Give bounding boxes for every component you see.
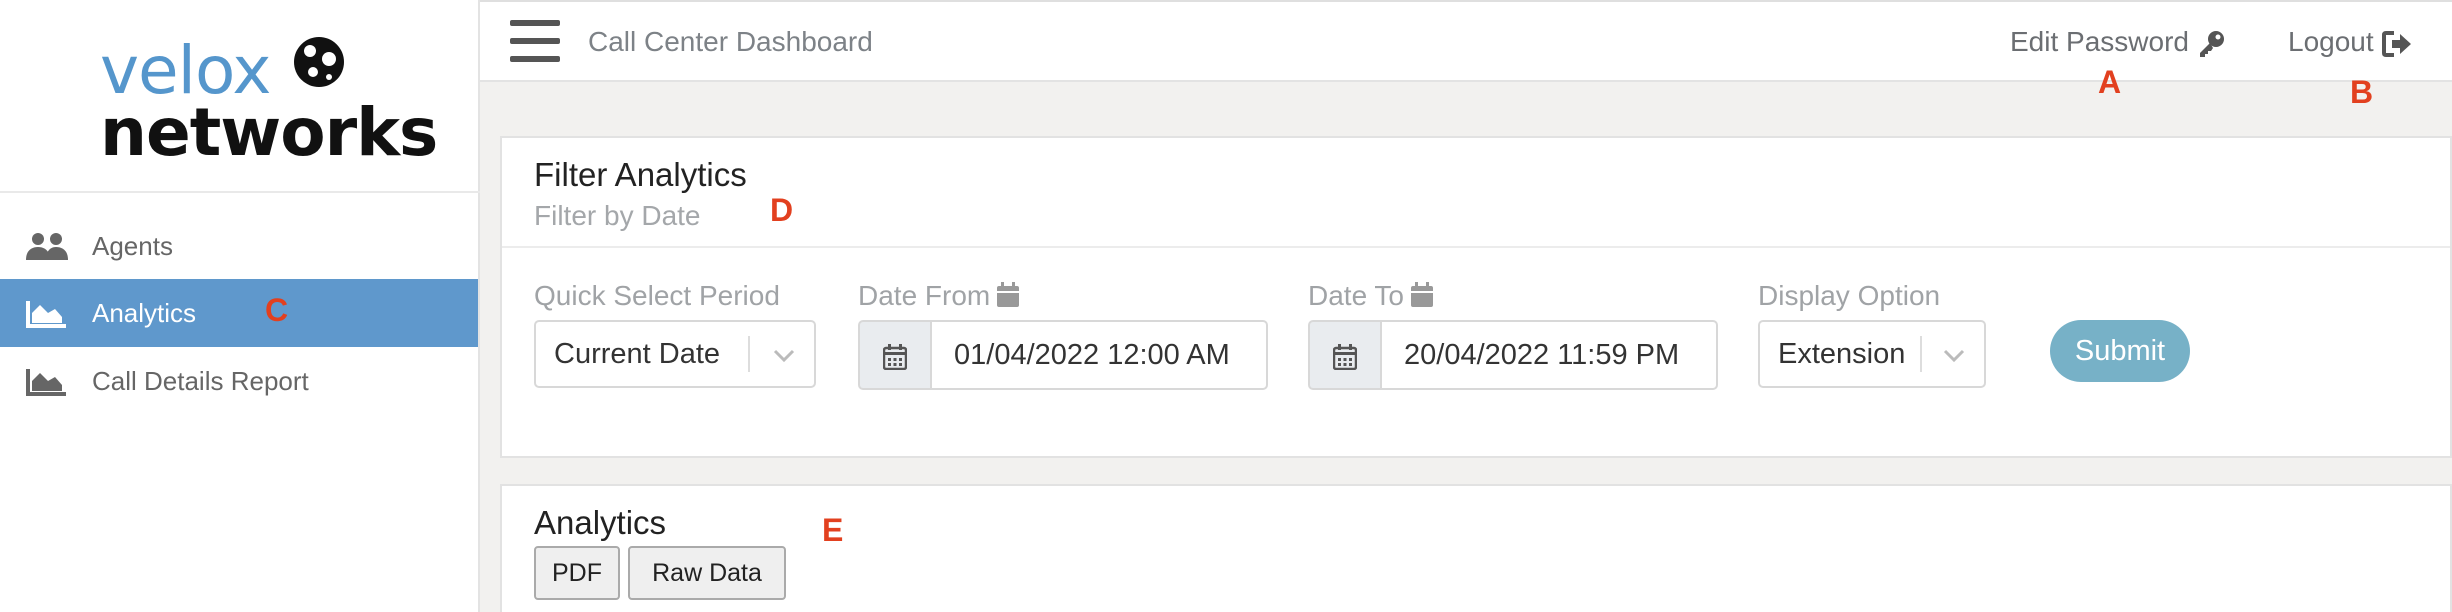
sidebar-item-analytics[interactable]: Analytics (0, 279, 478, 347)
card-title: Analytics (534, 504, 667, 541)
chevron-down-icon (1943, 349, 1965, 363)
sidebar-item-label: Call Details Report (92, 366, 309, 396)
sidebar-item-label: Agents (92, 231, 173, 261)
date-to-input[interactable]: 20/04/2022 11:59 PM (1380, 320, 1718, 390)
logout-link[interactable]: Logout (2288, 26, 2412, 58)
date-to-group: 20/04/2022 11:59 PM (1308, 320, 1718, 390)
date-to-label-text: Date To (1308, 280, 1404, 311)
quick-select-period-dropdown[interactable]: Current Date (534, 320, 816, 388)
top-bar: Call Center Dashboard Edit Password Logo… (480, 0, 2452, 82)
page-title: Call Center Dashboard (588, 26, 873, 57)
divider (502, 246, 2450, 248)
pdf-button[interactable]: PDF (534, 546, 620, 600)
logout-label: Logout (2288, 26, 2374, 57)
date-to-calendar-button[interactable] (1308, 320, 1380, 390)
separator (1920, 336, 1922, 372)
sidebar-item-label: Analytics (92, 298, 197, 328)
sidebar-item-call-details-report[interactable]: Call Details Report (0, 347, 478, 415)
date-from-input[interactable]: 01/04/2022 12:00 AM (930, 320, 1268, 390)
submit-button[interactable]: Submit (2050, 320, 2190, 382)
analytics-card: Analytics PDF Raw Data (500, 484, 2452, 612)
filter-analytics-card: Filter Analytics Filter by Date Quick Se… (500, 136, 2452, 458)
quick-select-label: Quick Select Period (534, 280, 780, 311)
globe-icon (294, 37, 344, 87)
brand-logo[interactable]: velox networks (0, 0, 480, 193)
date-from-group: 01/04/2022 12:00 AM (858, 320, 1268, 390)
selected-value: Current Date (554, 338, 721, 370)
area-chart-icon (26, 369, 66, 396)
key-icon (2199, 30, 2224, 57)
display-option-dropdown[interactable]: Extension (1758, 320, 1986, 388)
calendar-icon (883, 344, 907, 370)
date-from-label-text: Date From (858, 280, 991, 311)
area-chart-icon (26, 301, 66, 328)
edit-password-label: Edit Password (2010, 26, 2189, 57)
sidebar: velox networks Agents Analytics Call Det… (0, 0, 480, 612)
calendar-icon (1411, 282, 1433, 307)
logo-text-networks: networks (100, 94, 438, 171)
marker-c: C (265, 292, 289, 328)
users-icon (26, 233, 68, 260)
sidebar-item-agents[interactable]: Agents (0, 212, 478, 280)
hamburger-icon[interactable] (510, 20, 560, 64)
date-from-calendar-button[interactable] (858, 320, 930, 390)
sign-out-icon (2381, 30, 2411, 57)
marker-e: E (822, 512, 844, 548)
marker-d: D (770, 192, 794, 228)
selected-value: Extension (1778, 338, 1906, 370)
marker-a: A (2098, 64, 2122, 100)
marker-b: B (2350, 74, 2374, 110)
display-option-label: Display Option (1758, 280, 1941, 311)
calendar-icon (997, 282, 1020, 307)
separator (748, 336, 750, 372)
date-to-label: Date To (1308, 280, 1434, 312)
card-subtitle: Filter by Date (534, 200, 701, 231)
raw-data-button[interactable]: Raw Data (628, 546, 786, 600)
calendar-icon (1333, 344, 1357, 370)
date-from-label: Date From (858, 280, 1020, 312)
edit-password-link[interactable]: Edit Password (2010, 26, 2225, 58)
card-title: Filter Analytics (534, 156, 747, 193)
chevron-down-icon (773, 349, 795, 363)
